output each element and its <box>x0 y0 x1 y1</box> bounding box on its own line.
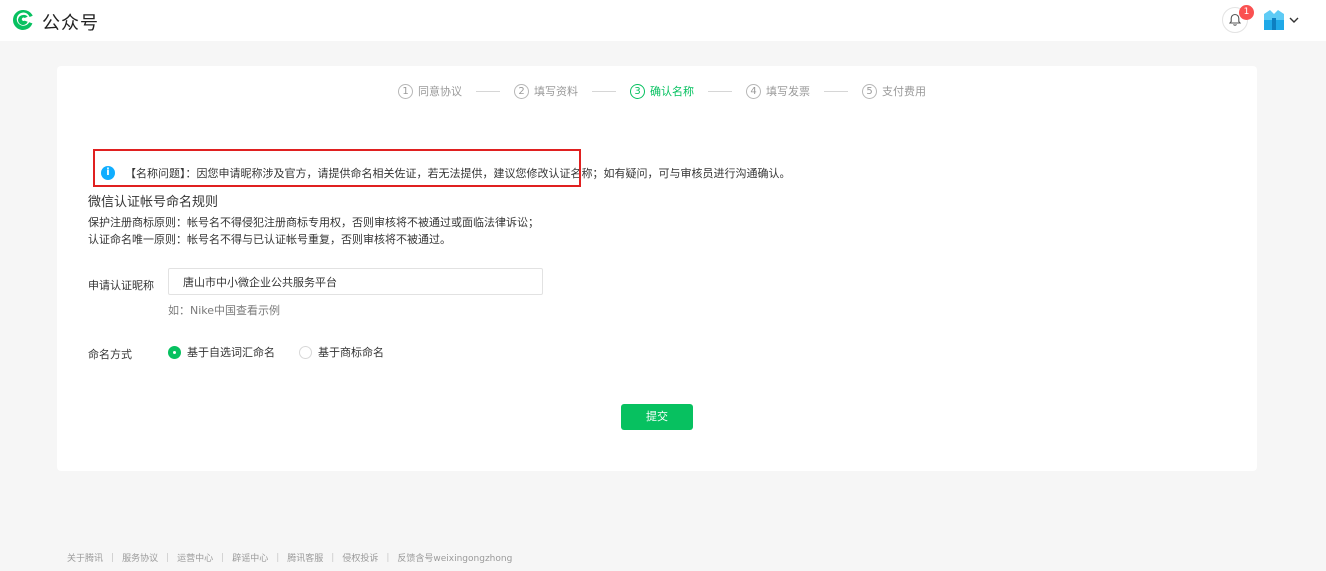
step-number: 5 <box>862 83 877 99</box>
rule-trademark: 保护注册商标原则：帐号名不得侵犯注册商标专用权，否则审核将不被通过或面临法律诉讼… <box>88 216 539 229</box>
step-divider <box>824 90 848 92</box>
step-label: 确认名称 <box>650 85 694 98</box>
footer-separator: | <box>111 552 115 563</box>
top-bar: 公众号 1 <box>0 0 1326 41</box>
step-fill-info: 2 填写资料 <box>514 83 578 99</box>
radio-label: 基于商标命名 <box>318 346 384 359</box>
footer-separator: | <box>166 552 170 563</box>
step-label: 填写资料 <box>534 85 578 98</box>
footer-separator: | <box>386 552 390 563</box>
red-highlight-box <box>93 149 581 187</box>
step-divider <box>592 90 616 92</box>
footer-links: 关于腾讯 | 服务协议 | 运营中心 | 辟谣中心 | 腾讯客服 | 侵权投诉 … <box>67 551 512 565</box>
step-label: 支付费用 <box>882 85 926 98</box>
naming-rules-title: 微信认证帐号命名规则 <box>88 195 219 210</box>
step-number: 2 <box>514 83 529 99</box>
brand-title[interactable]: 公众号 <box>42 9 99 35</box>
step-number: 1 <box>398 83 413 99</box>
footer-link[interactable]: 关于腾讯 <box>67 551 103 564</box>
example-hint[interactable]: 如：Nike中国查看示例 <box>168 302 280 318</box>
naming-method-label: 命名方式 <box>88 348 132 361</box>
radio-checked-icon <box>168 345 181 359</box>
step-payment: 5 支付费用 <box>862 83 926 99</box>
step-agree: 1 同意协议 <box>398 83 462 99</box>
naming-method-radios: 基于自选词汇命名 基于商标命名 <box>168 344 408 360</box>
radio-custom-words[interactable]: 基于自选词汇命名 <box>168 344 275 360</box>
step-number: 4 <box>746 83 761 99</box>
radio-trademark[interactable]: 基于商标命名 <box>299 344 384 360</box>
step-divider <box>476 90 500 92</box>
step-label: 填写发票 <box>766 85 810 98</box>
step-confirm-name: 3 确认名称 <box>630 83 694 99</box>
step-divider <box>708 90 732 92</box>
step-invoice: 4 填写发票 <box>746 83 810 99</box>
notification-badge: 1 <box>1239 5 1254 20</box>
step-number: 3 <box>630 83 645 99</box>
footer-separator: | <box>221 552 225 563</box>
avatar[interactable] <box>1264 10 1284 30</box>
footer-link[interactable]: 腾讯客服 <box>287 551 323 564</box>
radio-unchecked-icon <box>299 345 312 359</box>
rule-unique: 认证命名唯一原则：帐号名不得与已认证帐号重复，否则审核将不被通过。 <box>88 233 451 246</box>
submit-button[interactable]: 提交 <box>621 404 693 430</box>
footer-link[interactable]: 反馈含号weixingongzhong <box>397 551 512 564</box>
radio-label: 基于自选词汇命名 <box>187 346 275 359</box>
footer-link[interactable]: 运营中心 <box>177 551 213 564</box>
footer-link[interactable]: 侵权投诉 <box>342 551 378 564</box>
wechat-official-account-logo-icon[interactable] <box>11 8 35 32</box>
footer-link[interactable]: 服务协议 <box>122 551 158 564</box>
nickname-label: 申请认证昵称 <box>88 279 154 292</box>
footer-separator: | <box>331 552 335 563</box>
step-progress: 1 同意协议 2 填写资料 3 确认名称 4 填写发票 5 支付费用 <box>398 83 926 99</box>
footer-link[interactable]: 辟谣中心 <box>232 551 268 564</box>
footer-separator: | <box>276 552 280 563</box>
chevron-down-icon[interactable] <box>1289 16 1299 24</box>
step-label: 同意协议 <box>418 85 462 98</box>
nickname-input[interactable] <box>168 268 543 295</box>
